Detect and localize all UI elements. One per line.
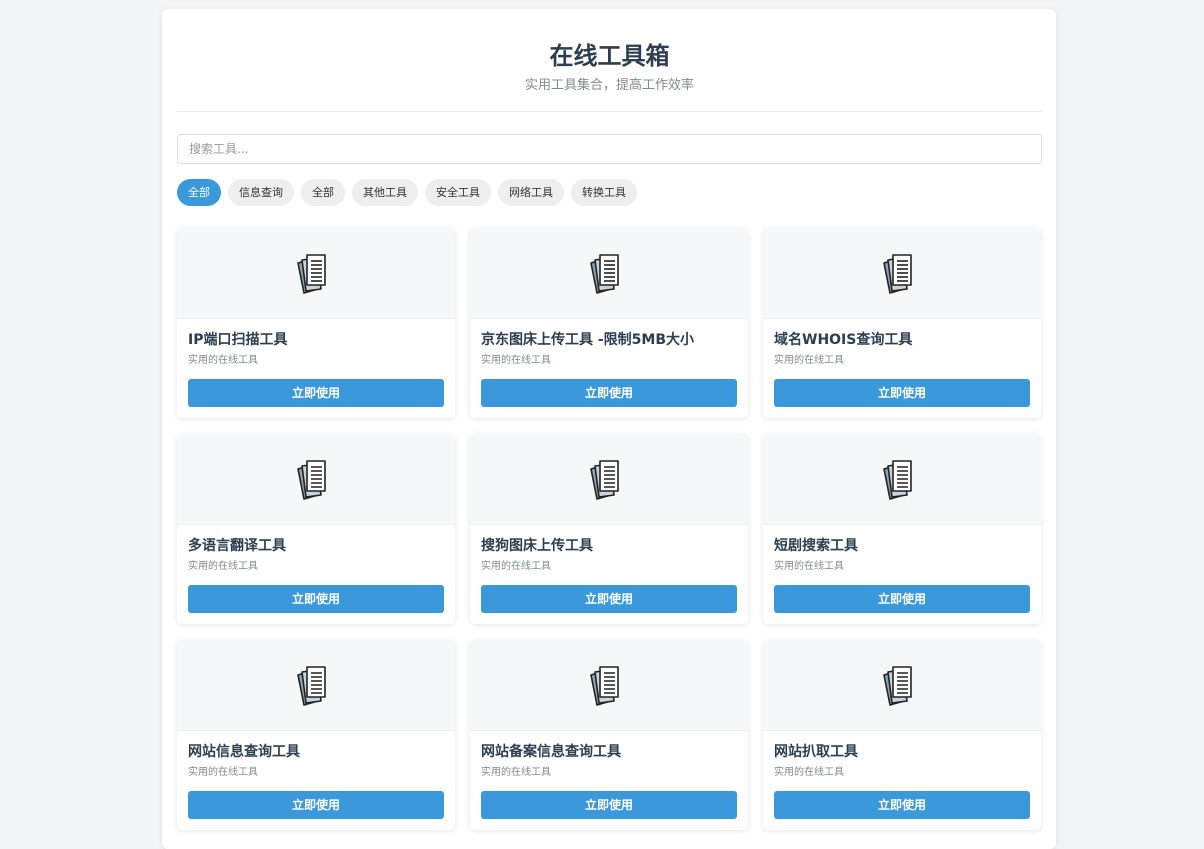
use-now-button[interactable]: 立即使用 (188, 585, 444, 613)
card-description: 实用的在线工具 (774, 355, 844, 366)
documents-icon (297, 254, 326, 294)
documents-icon (590, 460, 619, 500)
card-description: 实用的在线工具 (188, 561, 258, 572)
card-description: 实用的在线工具 (188, 767, 258, 778)
tool-card: 搜狗图床上传工具 实用的在线工具 立即使用 (470, 434, 748, 624)
card-description: 实用的在线工具 (774, 767, 844, 778)
filter-chip-all[interactable]: 全部 (177, 179, 221, 206)
card-title: 网站信息查询工具 (188, 744, 300, 760)
filter-chip-all-2[interactable]: 全部 (301, 179, 345, 206)
card-thumb (177, 228, 455, 319)
card-description: 实用的在线工具 (481, 561, 551, 572)
card-thumb (763, 434, 1041, 525)
documents-icon (883, 666, 912, 706)
card-thumb (470, 228, 748, 319)
page-subtitle: 实用工具集合，提高工作效率 (524, 78, 694, 93)
documents-icon (883, 254, 912, 294)
card-thumb (470, 434, 748, 525)
use-now-button[interactable]: 立即使用 (481, 379, 737, 407)
filter-chip-other-tools[interactable]: 其他工具 (352, 179, 418, 206)
card-thumb (177, 640, 455, 731)
tool-card: 短剧搜索工具 实用的在线工具 立即使用 (763, 434, 1041, 624)
filter-chip-network-tools[interactable]: 网络工具 (498, 179, 564, 206)
documents-icon (883, 460, 912, 500)
card-thumb (763, 228, 1041, 319)
documents-icon (590, 254, 619, 294)
card-thumb (177, 434, 455, 525)
tool-card: 网站备案信息查询工具 实用的在线工具 立即使用 (470, 640, 748, 830)
use-now-button[interactable]: 立即使用 (774, 791, 1030, 819)
documents-icon (297, 460, 326, 500)
card-title: 京东图床上传工具 -限制5MB大小 (481, 332, 695, 348)
card-title: 搜狗图床上传工具 (481, 538, 593, 554)
tool-card: 域名WHOIS查询工具 实用的在线工具 立即使用 (763, 228, 1041, 418)
filter-chip-security-tools[interactable]: 安全工具 (425, 179, 491, 206)
use-now-button[interactable]: 立即使用 (774, 379, 1030, 407)
tool-card: 网站信息查询工具 实用的在线工具 立即使用 (177, 640, 455, 830)
filter-chip-info-query[interactable]: 信息查询 (228, 179, 294, 206)
tool-card: 京东图床上传工具 -限制5MB大小 实用的在线工具 立即使用 (470, 228, 748, 418)
category-filters: 全部 信息查询 全部 其他工具 安全工具 网络工具 转换工具 (177, 179, 1042, 206)
card-title: 域名WHOIS查询工具 (774, 332, 913, 348)
use-now-button[interactable]: 立即使用 (481, 585, 737, 613)
card-thumb (470, 640, 748, 731)
card-title: 网站扒取工具 (774, 744, 858, 760)
card-title: 网站备案信息查询工具 (481, 744, 621, 760)
card-thumb (763, 640, 1041, 731)
card-title: 多语言翻译工具 (188, 538, 286, 554)
page-title: 在线工具箱 (549, 42, 670, 70)
use-now-button[interactable]: 立即使用 (188, 791, 444, 819)
documents-icon (590, 666, 619, 706)
tool-card: 多语言翻译工具 实用的在线工具 立即使用 (177, 434, 455, 624)
documents-icon (297, 666, 326, 706)
search-input[interactable]: 搜索工具... (177, 134, 1042, 164)
use-now-button[interactable]: 立即使用 (481, 791, 737, 819)
use-now-button[interactable]: 立即使用 (188, 379, 444, 407)
card-description: 实用的在线工具 (188, 355, 258, 366)
card-title: IP端口扫描工具 (188, 332, 288, 348)
card-description: 实用的在线工具 (481, 355, 551, 366)
page-header: 在线工具箱 实用工具集合，提高工作效率 (177, 9, 1042, 112)
card-description: 实用的在线工具 (481, 767, 551, 778)
tool-card: IP端口扫描工具 实用的在线工具 立即使用 (177, 228, 455, 418)
card-description: 实用的在线工具 (774, 561, 844, 572)
tool-card: 网站扒取工具 实用的在线工具 立即使用 (763, 640, 1041, 830)
filter-chip-convert-tools[interactable]: 转换工具 (571, 179, 637, 206)
tool-page: 在线工具箱 实用工具集合，提高工作效率 搜索工具... 全部 信息查询 全部 其… (162, 9, 1056, 849)
card-title: 短剧搜索工具 (774, 538, 858, 554)
use-now-button[interactable]: 立即使用 (774, 585, 1030, 613)
